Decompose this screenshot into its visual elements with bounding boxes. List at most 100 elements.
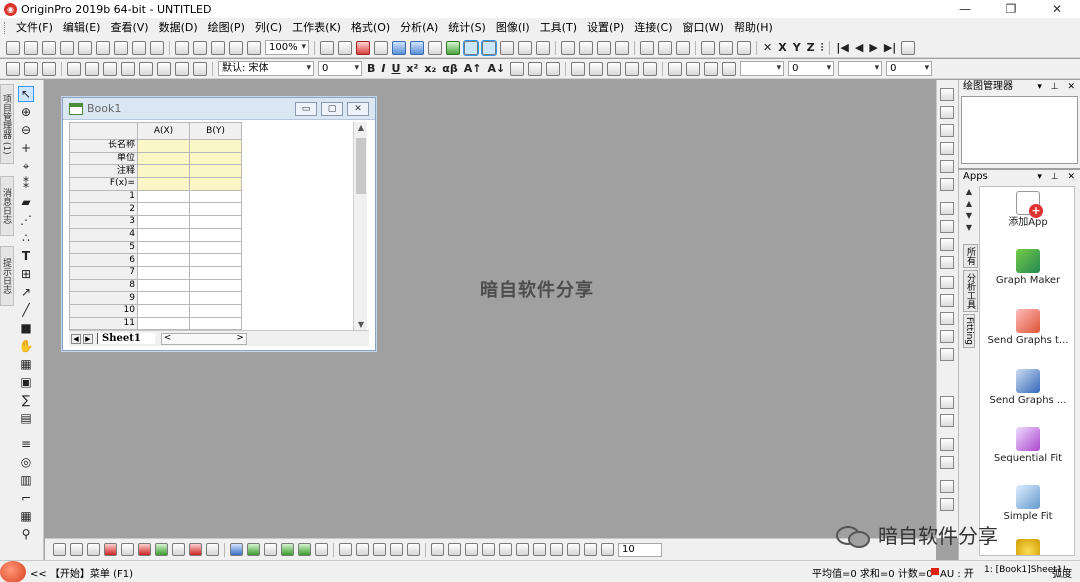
new-excel-icon[interactable] xyxy=(150,40,164,55)
last-column-icon[interactable]: ▶| xyxy=(884,41,896,54)
sort-icon[interactable] xyxy=(579,40,593,55)
object-align-icon[interactable] xyxy=(356,543,369,556)
panel-controls[interactable]: ▾ ⊥ ✕ xyxy=(1037,80,1078,94)
3d-bar-icon[interactable] xyxy=(247,543,260,556)
set-x-icon[interactable]: X xyxy=(778,41,786,54)
distribute-icon[interactable] xyxy=(571,61,586,76)
layout-tool-icon[interactable] xyxy=(940,220,954,233)
app-graph-maker[interactable]: Graph Maker xyxy=(980,249,1074,287)
polar-plot-icon[interactable] xyxy=(172,543,185,556)
insert-object-icon[interactable]: ▤ xyxy=(18,410,34,426)
new-function-icon[interactable] xyxy=(96,40,110,55)
line-color-icon[interactable] xyxy=(704,61,719,76)
menu-format[interactable]: 格式(O) xyxy=(346,18,395,38)
messages-log-tab[interactable]: 消息日志 xyxy=(0,176,14,236)
menu-image[interactable]: 图像(I) xyxy=(491,18,535,38)
arrange-tool-icon[interactable] xyxy=(940,498,954,511)
pattern-icon[interactable] xyxy=(686,61,701,76)
multi-panel-plot-icon[interactable] xyxy=(121,543,134,556)
increase-font-icon[interactable]: A↑ xyxy=(464,62,482,75)
statistics-plot-icon[interactable] xyxy=(138,543,151,556)
align-center-icon[interactable] xyxy=(528,61,543,76)
menu-grip[interactable] xyxy=(4,22,7,34)
book-minimize-button[interactable]: ▭ xyxy=(295,102,317,116)
menu-statistics[interactable]: 统计(S) xyxy=(443,18,491,38)
worksheet-horizontal-scrollbar[interactable] xyxy=(160,332,247,345)
3d-rotate-icon[interactable] xyxy=(584,543,597,556)
book-title-bar[interactable]: Book1 ▭ ▢ ✕ xyxy=(63,98,375,120)
font-color-icon[interactable] xyxy=(546,61,561,76)
worksheet-vertical-scrollbar[interactable]: ▲ ▼ xyxy=(353,122,367,330)
heatmap-icon[interactable] xyxy=(298,543,311,556)
sheet-prev-icon[interactable]: ◀ xyxy=(71,333,81,344)
apps-tab-all[interactable]: 所有 xyxy=(963,244,978,268)
contour-icon[interactable] xyxy=(281,543,294,556)
arrange-tool-icon[interactable] xyxy=(940,414,954,427)
arrange-layers-icon[interactable] xyxy=(103,61,117,76)
arrange-tool-icon[interactable] xyxy=(940,438,954,451)
cell[interactable] xyxy=(137,189,190,204)
app-send-graphs-word[interactable]: Send Graphs ... xyxy=(980,369,1074,407)
angle-unit-status[interactable]: 弧度 xyxy=(1052,565,1072,580)
new-workbook-icon[interactable] xyxy=(42,40,56,55)
region-icon[interactable]: ▦ xyxy=(18,356,34,372)
mdi-workspace[interactable]: 暗自软件分享 Book1 ▭ ▢ ✕ A(X) B(Y) 长名称 单位 注释 F… xyxy=(45,80,936,538)
bracket-tool-icon[interactable]: ⌐ xyxy=(18,490,34,506)
box-chart-icon[interactable] xyxy=(676,40,690,55)
menu-data[interactable]: 数据(D) xyxy=(154,18,203,38)
first-column-icon[interactable]: |◀ xyxy=(836,41,848,54)
duplicate-icon[interactable] xyxy=(338,40,352,55)
cell[interactable] xyxy=(137,139,190,153)
area-plot-icon[interactable] xyxy=(155,543,168,556)
3d-rotate-icon[interactable] xyxy=(601,543,614,556)
zoom-in-icon[interactable] xyxy=(463,39,479,56)
layer-size-icon[interactable] xyxy=(193,61,207,76)
text-tool-icon[interactable]: T xyxy=(18,248,34,264)
app-simple-fit[interactable]: Simple Fit xyxy=(980,485,1074,523)
add-column-icon[interactable] xyxy=(561,40,575,55)
graph-tool-icon[interactable] xyxy=(940,106,954,119)
graph-tool-icon[interactable] xyxy=(940,178,954,191)
cell[interactable] xyxy=(137,227,190,242)
sheet-tab[interactable]: Sheet1 xyxy=(97,333,155,344)
clear-filter-icon[interactable] xyxy=(719,40,733,55)
arrange-tool-icon[interactable] xyxy=(940,456,954,469)
save-template-icon[interactable] xyxy=(229,40,243,55)
statistics-icon[interactable] xyxy=(597,40,611,55)
cut-icon[interactable] xyxy=(6,61,20,76)
error-bar-icon[interactable]: ⫶ xyxy=(821,41,824,55)
image-plot-icon[interactable] xyxy=(315,543,328,556)
menu-column[interactable]: 列(C) xyxy=(250,18,287,38)
pointer-icon[interactable]: ↖ xyxy=(18,86,34,102)
cell[interactable] xyxy=(137,240,190,255)
bold-icon[interactable]: B xyxy=(367,62,375,75)
new-project-icon[interactable] xyxy=(6,40,20,55)
scatter-plot-icon[interactable] xyxy=(70,543,83,556)
hand-tool-icon[interactable]: ✋ xyxy=(18,338,34,354)
new-layout-icon[interactable] xyxy=(114,40,128,55)
import-wizard-icon[interactable] xyxy=(247,40,261,55)
row-number[interactable]: 11 xyxy=(69,316,138,330)
cell[interactable] xyxy=(137,177,190,191)
data-selector-icon[interactable]: ⁑ xyxy=(18,176,34,192)
cell[interactable] xyxy=(189,202,242,217)
3d-rotate-icon[interactable] xyxy=(533,543,546,556)
object-align-icon[interactable] xyxy=(390,543,403,556)
arrange-tool-icon[interactable] xyxy=(940,480,954,493)
annotation-icon[interactable]: ⊞ xyxy=(18,266,34,282)
cell[interactable] xyxy=(137,202,190,217)
region-select-icon[interactable]: ⋰ xyxy=(18,212,34,228)
menu-tools[interactable]: 工具(T) xyxy=(535,18,582,38)
book-maximize-button[interactable]: ▢ xyxy=(321,102,343,116)
cell[interactable] xyxy=(189,139,242,153)
arrow-tool-icon[interactable]: ↗ xyxy=(18,284,34,300)
set-z-icon[interactable]: Z xyxy=(807,41,815,54)
app-send-graphs-ppt[interactable]: Send Graphs t... xyxy=(980,309,1074,347)
code-builder-icon[interactable] xyxy=(428,40,442,55)
mirror-icon[interactable] xyxy=(589,61,604,76)
3d-rotate-icon[interactable] xyxy=(465,543,478,556)
results-log-icon[interactable] xyxy=(392,40,406,55)
remove-filter-icon[interactable] xyxy=(737,40,751,55)
subscript-icon[interactable]: x₂ xyxy=(424,62,436,75)
menu-file[interactable]: 文件(F) xyxy=(11,18,58,38)
